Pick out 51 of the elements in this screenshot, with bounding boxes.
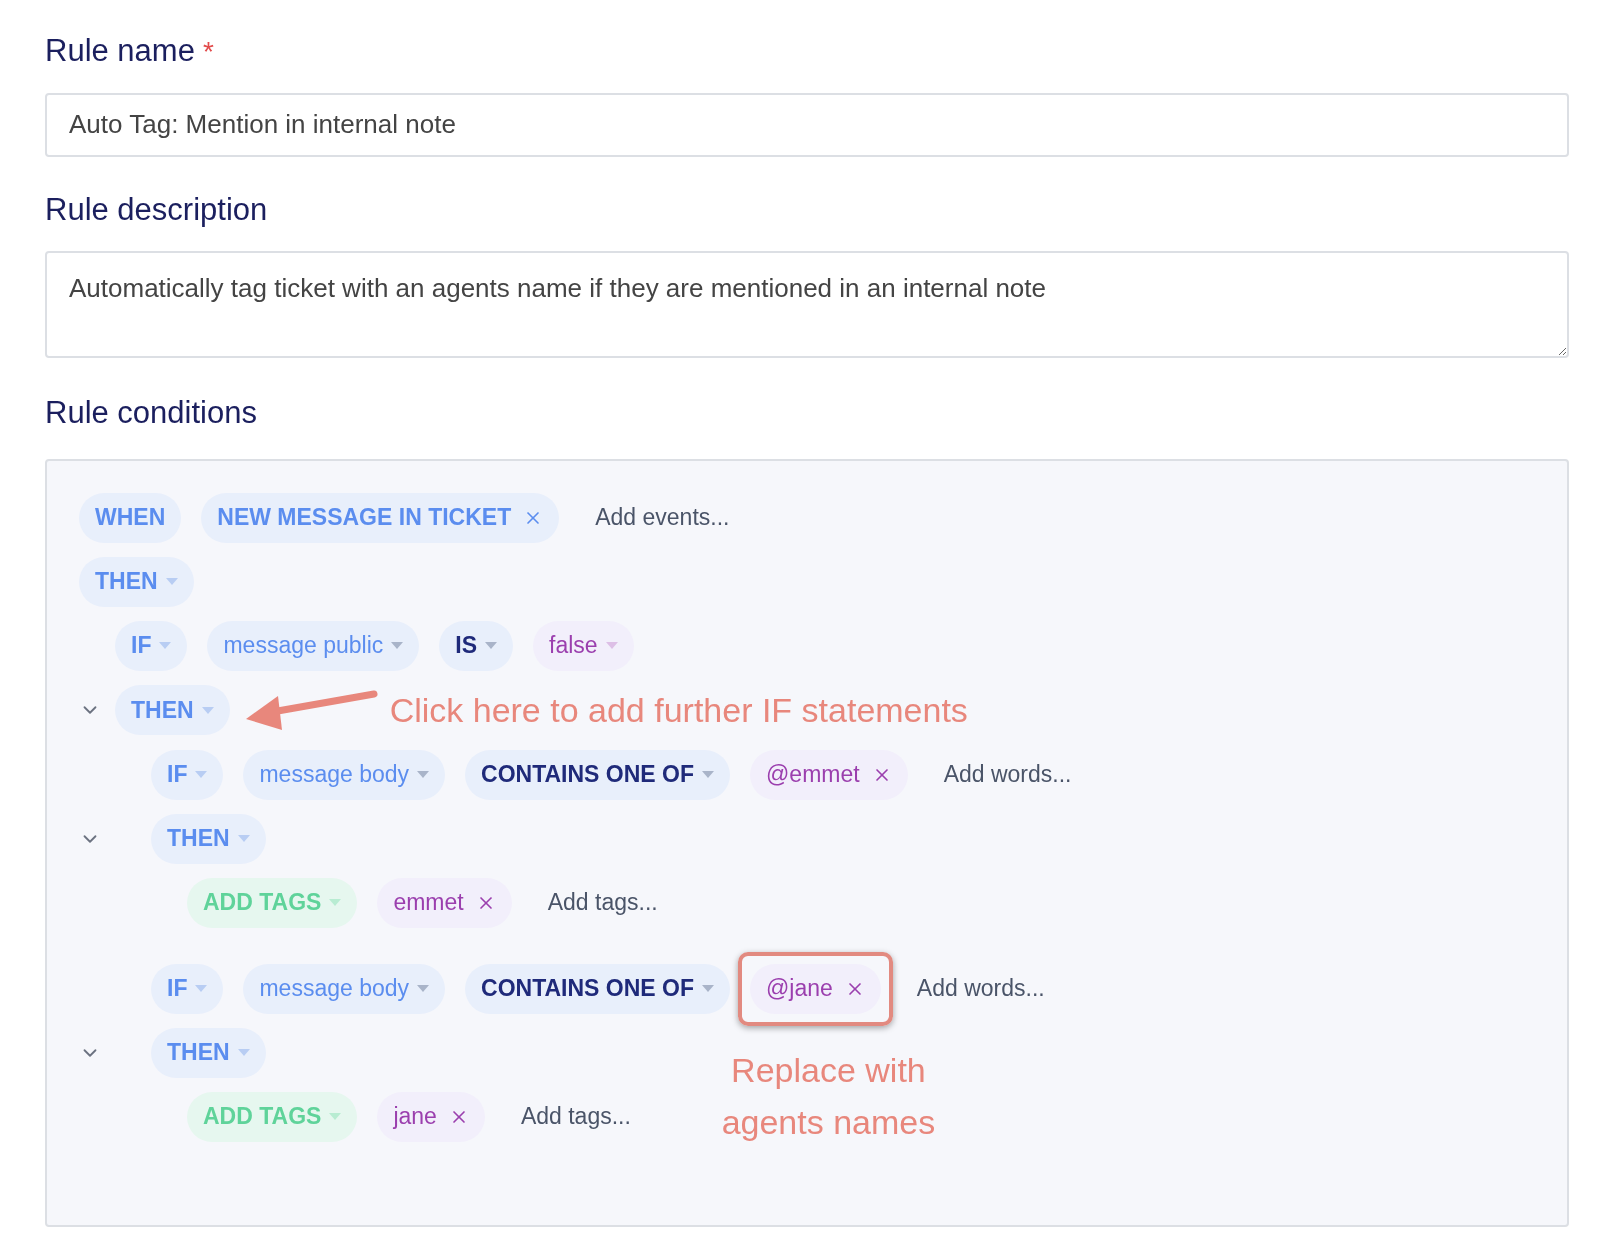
- if-select[interactable]: IF: [151, 749, 224, 800]
- add-input-placeholder[interactable]: Add words...: [916, 971, 1045, 1006]
- field-select[interactable]: message body: [243, 963, 446, 1014]
- caret-icon: [329, 899, 342, 906]
- rule-description-textarea[interactable]: Automatically tag ticket with an agents name if they are mentioned in an internal note: [45, 251, 1569, 358]
- chip-label: emmet: [393, 888, 464, 918]
- chip-label: @emmet: [766, 760, 860, 790]
- caret-icon: [605, 642, 618, 649]
- chip-label: NEW MESSAGE IN TICKET: [217, 503, 512, 533]
- add-input-placeholder[interactable]: Add tags...: [520, 1099, 631, 1134]
- field-label: Rule conditions: [45, 394, 258, 432]
- field-label: Rule description: [45, 190, 269, 229]
- caret-icon: [165, 578, 178, 585]
- then-select[interactable]: THEN: [151, 813, 266, 864]
- caret-icon: [195, 985, 208, 992]
- add-input-placeholder[interactable]: Add tags...: [547, 885, 658, 920]
- caret-icon: [417, 985, 430, 992]
- action-select[interactable]: ADD TAGS: [187, 877, 358, 928]
- when-pill: WHEN: [79, 492, 182, 543]
- operator-select[interactable]: CONTAINS ONE OF: [465, 963, 730, 1014]
- add-input-placeholder[interactable]: Add events...: [595, 500, 730, 535]
- caret-icon: [702, 771, 714, 778]
- if-select[interactable]: IF: [115, 620, 188, 671]
- if-select[interactable]: IF: [151, 963, 224, 1014]
- caret-icon: [417, 771, 430, 778]
- field-label: Rule name: [45, 32, 195, 70]
- field-select[interactable]: message body: [243, 749, 446, 800]
- caret-icon: [201, 706, 214, 714]
- value-select[interactable]: false: [533, 620, 634, 671]
- caret-icon: [702, 985, 714, 992]
- required-mark: *: [202, 35, 214, 69]
- then-select[interactable]: THEN: [79, 556, 194, 607]
- field-select[interactable]: message public: [207, 620, 420, 671]
- caret-icon: [237, 835, 250, 842]
- action-select[interactable]: ADD TAGS: [187, 1091, 358, 1142]
- chip-label: jane: [393, 1102, 437, 1132]
- operator-select[interactable]: CONTAINS ONE OF: [465, 749, 730, 800]
- caret-icon: [237, 1049, 250, 1056]
- then-select[interactable]: THEN: [151, 1027, 266, 1078]
- caret-icon: [159, 642, 172, 649]
- annotation-text: Replace with agents names: [720, 1049, 937, 1143]
- caret-icon: [329, 1113, 342, 1120]
- chip-label: @jane: [766, 974, 833, 1004]
- operator-select[interactable]: IS: [439, 620, 513, 671]
- caret-icon: [195, 771, 208, 778]
- caret-icon: [485, 642, 497, 649]
- caret-icon: [391, 642, 404, 649]
- then-select[interactable]: THEN: [115, 685, 230, 735]
- rule-name-input[interactable]: Auto Tag: Mention in internal note: [45, 92, 1569, 157]
- add-input-placeholder[interactable]: Add words...: [943, 757, 1072, 792]
- annotation-text: Click here to add further IF statements: [389, 689, 968, 731]
